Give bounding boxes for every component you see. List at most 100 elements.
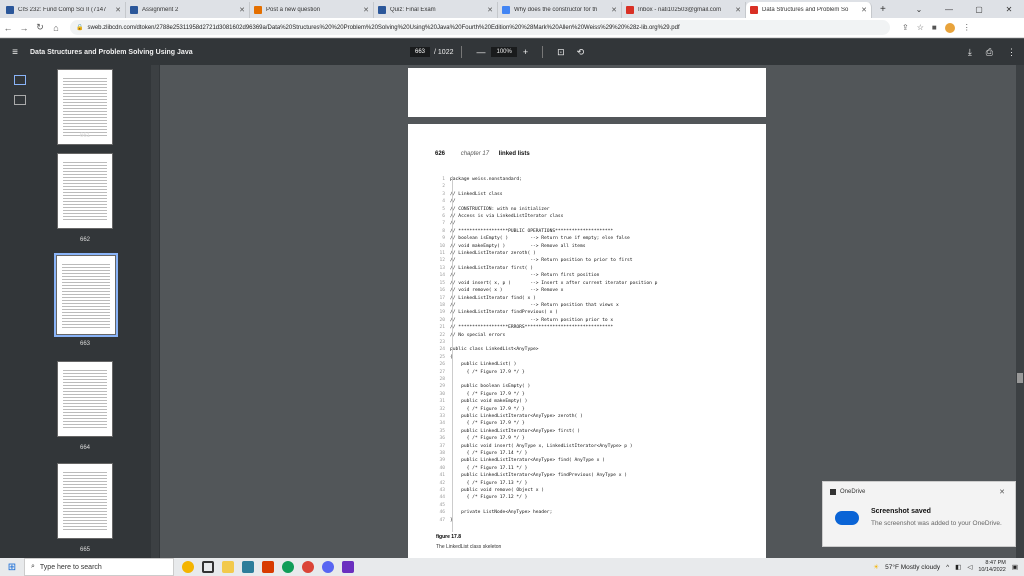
notifications-icon[interactable]: ▣ [1012,563,1018,571]
tab-close-icon[interactable]: ✕ [115,6,121,14]
code-text: // LinkedListIterator find( x ) [450,295,536,301]
file-explorer-icon[interactable] [222,561,234,573]
browser-tab[interactable]: Post a new question ✕ [250,2,374,18]
browser-tab[interactable]: Quiz: Final Exam ✕ [374,2,498,18]
page-thumbnail[interactable] [54,253,118,337]
discord-icon[interactable] [322,561,334,573]
scroll-thumb[interactable] [1017,373,1023,383]
tab-close-icon[interactable]: ✕ [735,6,741,14]
notification-header: OneDrive [830,489,865,495]
code-line: 31 public void makeEmpty( ) [436,398,754,405]
browser-tab[interactable]: Why does the constructor for th ✕ [498,2,622,18]
zoom-in-button[interactable]: + [523,47,528,57]
sidebar-menu-icon[interactable]: ≡ [0,47,30,58]
code-line: 42 { /* Figure 17.13 */ } [436,480,754,487]
windows-taskbar: ⊞ ⌕ Type here to search ☀ 57°F Mostly cl… [0,558,1024,576]
more-options-icon[interactable]: ⋮ [1007,47,1016,58]
zoom-level-input[interactable]: 100% [491,47,517,57]
pdf-toolbar: ≡ Data Structures and Problem Solving Us… [0,39,1024,65]
page-thumbnail[interactable] [57,153,113,229]
line-number: 30 [439,391,445,397]
code-line: 23 [436,339,754,346]
tab-search-icon[interactable]: ⌄ [904,5,934,14]
snipping-tool-icon[interactable] [342,561,354,573]
page-number-input[interactable]: 663 [410,47,431,57]
new-tab-button[interactable]: + [872,2,894,18]
code-text: // void makeEmpty( ) --> Remove all item… [450,243,586,249]
line-number: 16 [439,288,445,294]
clock[interactable]: 8:47 PM 10/14/2022 [978,560,1006,574]
line-number: 11 [439,251,445,257]
url-field[interactable]: 🔒 sweb.zlibcdn.com/dtoken/2788e25311958d… [70,20,890,35]
edge-icon[interactable] [282,561,294,573]
code-text: { /* Figure 17.11 */ } [450,465,528,471]
url-text: sweb.zlibcdn.com/dtoken/2788e25311958d27… [87,24,680,31]
task-view-icon[interactable] [202,561,214,573]
browser-tab[interactable]: Inbox - nati102503@gmail.com ✕ [622,2,746,18]
home-icon[interactable]: ⌂ [48,23,64,33]
forward-icon[interactable]: → [16,23,32,33]
zoom-out-button[interactable]: — [476,47,485,57]
code-line: 1 package weiss.nonstandard; [436,176,754,183]
volume-icon[interactable]: ◁ [967,563,972,571]
minimize-button[interactable]: — [934,5,964,14]
taskbar-search-box[interactable]: ⌕ Type here to search [24,558,174,576]
code-text: public LinkedList( ) [450,362,517,368]
line-number: 38 [439,451,445,457]
chrome-icon[interactable] [302,561,314,573]
tab-close-icon[interactable]: ✕ [239,6,245,14]
code-line: 28 [436,376,754,383]
profile-avatar[interactable] [944,22,955,33]
extension-icon[interactable]: ■ [932,23,937,32]
browser-tab[interactable]: Assignment 2 ✕ [126,2,250,18]
tab-title: CIS 232: Fund Comp Sci II (7147 [18,7,107,13]
share-icon[interactable]: ⇪ [902,23,909,32]
line-number: 27 [439,369,445,375]
tray-overflow-icon[interactable]: ^ [946,564,949,571]
line-number: 44 [439,495,445,501]
line-number: 19 [439,310,445,316]
windows-start-icon[interactable]: ⊞ [0,562,24,573]
line-number: 31 [439,399,445,405]
maximize-button[interactable]: ▢ [964,5,994,14]
code-line: 5 // CONSTRUCTION: with no initializer [436,206,754,213]
office-icon[interactable] [262,561,274,573]
fit-page-icon[interactable]: ⊡ [557,47,565,58]
bookmark-star-icon[interactable]: ☆ [917,23,924,32]
code-text: public LinkedListIterator<AnyType> find(… [450,458,605,464]
code-line: 26 public LinkedList( ) [436,361,754,368]
rotate-icon[interactable]: ⟲ [577,47,585,58]
reload-icon[interactable]: ↻ [32,22,48,33]
code-line: 11 // LinkedListIterator zeroth( ) [436,250,754,257]
menu-kebab-icon[interactable]: ⋮ [963,23,971,32]
tab-close-icon[interactable]: ✕ [611,6,617,14]
thumbnails-view-icon[interactable] [14,75,26,85]
weather-text[interactable]: 57°F Mostly cloudy [885,564,940,571]
thumbnail-scrollbar[interactable] [151,65,159,558]
tab-close-icon[interactable]: ✕ [487,6,493,14]
onedrive-notification[interactable]: OneDrive ✕ Screenshot saved The screensh… [822,481,1016,547]
close-notification-icon[interactable]: ✕ [999,488,1005,496]
back-icon[interactable]: ← [0,23,16,33]
network-icon[interactable]: ◧ [955,563,961,571]
code-text: public void makeEmpty( ) [450,399,528,405]
outline-view-icon[interactable] [14,95,26,105]
code-line: 39 public LinkedListIterator<AnyType> fi… [436,457,754,464]
print-icon[interactable]: ⎙ [986,47,993,58]
close-window-button[interactable]: ✕ [994,5,1024,14]
code-line: 40 { /* Figure 17.11 */ } [436,465,754,472]
browser-tab[interactable]: Data Structures and Problem So ✕ [746,2,872,18]
widgets-icon[interactable] [182,561,194,573]
microsoft-store-icon[interactable] [242,561,254,573]
viewer-scrollbar[interactable] [1016,65,1024,558]
browser-tab[interactable]: CIS 232: Fund Comp Sci II (7147 ✕ [2,2,126,18]
search-icon: ⌕ [31,563,35,570]
code-line: 7// [436,220,754,227]
page-thumbnail[interactable] [57,463,113,539]
tab-close-icon[interactable]: ✕ [861,6,867,14]
code-line: 34 { /* Figure 17.9 */ } [436,420,754,427]
tab-close-icon[interactable]: ✕ [363,6,369,14]
page-thumbnail[interactable] [57,361,113,437]
download-icon[interactable]: ⤓ [968,47,972,58]
code-text: // --> Return position that views x [450,302,619,308]
